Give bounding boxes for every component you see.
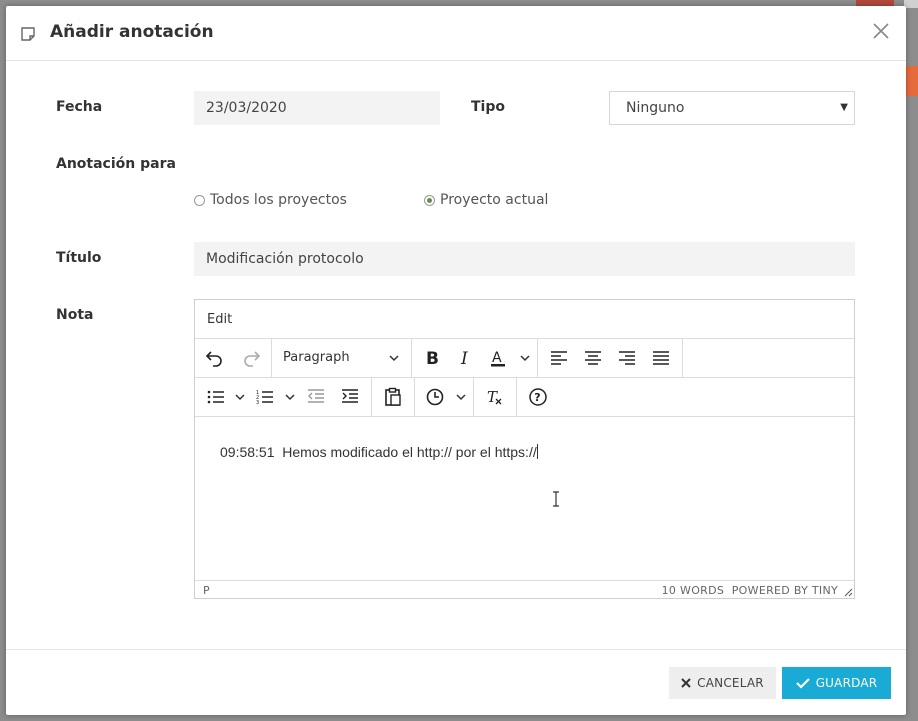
clear-formatting-icon[interactable]: T	[483, 386, 505, 408]
radio-all-projects[interactable]: Todos los proyectos	[194, 192, 347, 208]
editor-content-area[interactable]: 09:58:51 Hemos modificado el http:// por…	[195, 417, 854, 580]
editor-text: 09:58:51 Hemos modificado el http:// por…	[220, 444, 538, 460]
word-count-value: 10 WORDS	[661, 584, 725, 597]
element-path[interactable]: P	[203, 584, 210, 597]
dialog-footer: CANCELAR GUARDAR	[6, 649, 906, 715]
indent-icon[interactable]	[339, 386, 361, 408]
type-label: Tipo	[471, 99, 505, 115]
chevron-down-icon[interactable]	[519, 352, 531, 364]
type-select-value: Ninguno	[626, 100, 685, 116]
powered-by-link[interactable]: POWERED BY TINY	[732, 584, 838, 597]
svg-text:I: I	[460, 349, 468, 368]
title-input[interactable]: Modificación protocolo	[194, 242, 855, 276]
save-button-label: GUARDAR	[815, 676, 878, 690]
radio-current-project[interactable]: Proyecto actual	[424, 192, 548, 208]
add-annotation-dialog: Añadir anotación Fecha 23/03/2020 Tipo N…	[6, 6, 906, 715]
background-tab	[906, 66, 918, 96]
chevron-down-icon[interactable]	[455, 391, 467, 403]
radio-button-icon[interactable]	[194, 194, 205, 206]
editor-toolbar-row-1: Paragraph B I A	[195, 339, 854, 378]
radio-button-checked-icon[interactable]	[424, 194, 435, 206]
chevron-down-icon[interactable]	[234, 391, 246, 403]
numbered-list-icon[interactable]: 123	[254, 386, 276, 408]
date-label: Fecha	[56, 99, 103, 115]
annotation-for-label: Anotación para	[56, 156, 176, 172]
chevron-down-icon[interactable]	[388, 352, 400, 364]
cancel-button[interactable]: CANCELAR	[669, 667, 776, 699]
editor-paragraph: 09:58:51 Hemos modificado el http:// por…	[220, 444, 537, 460]
svg-text:B: B	[426, 349, 439, 368]
svg-text:A: A	[492, 350, 502, 366]
text-cursor-icon	[553, 491, 559, 507]
text-caret	[536, 444, 538, 459]
check-icon	[795, 678, 810, 689]
date-input[interactable]: 23/03/2020	[194, 91, 440, 125]
menu-edit[interactable]: Edit	[207, 312, 232, 327]
text-color-icon[interactable]: A	[487, 347, 509, 369]
bullet-list-icon[interactable]	[205, 386, 227, 408]
chevron-down-icon[interactable]	[284, 391, 296, 403]
close-icon[interactable]	[870, 20, 892, 42]
resize-handle-icon[interactable]	[844, 588, 853, 597]
editor-statusbar: P 10 WORDS POWERED BY TINY	[195, 580, 854, 598]
background-element	[904, 0, 918, 8]
outdent-icon[interactable]	[305, 386, 327, 408]
align-left-icon[interactable]	[548, 347, 570, 369]
word-count: 10 WORDS POWERED BY TINY	[662, 584, 838, 597]
title-label: Título	[56, 250, 102, 266]
dropdown-arrow-icon: ▼	[840, 102, 848, 113]
rich-text-editor: Edit Paragraph B I A 1 2 3 T ? 09:58:51 …	[194, 299, 855, 599]
cancel-button-label: CANCELAR	[697, 676, 764, 690]
note-icon	[20, 26, 36, 42]
redo-icon[interactable]	[240, 347, 262, 369]
align-right-icon[interactable]	[616, 347, 638, 369]
bold-icon[interactable]: B	[421, 347, 443, 369]
paste-icon[interactable]	[382, 386, 404, 408]
svg-text:?: ?	[534, 391, 540, 404]
block-format-dropdown[interactable]: Paragraph	[283, 350, 350, 365]
editor-toolbar-row-2: 123 T ?	[195, 378, 854, 417]
editor-menubar: Edit	[195, 300, 854, 339]
align-justify-icon[interactable]	[650, 347, 672, 369]
radio-current-project-label: Proyecto actual	[440, 192, 549, 208]
radio-all-projects-label: Todos los proyectos	[210, 192, 347, 208]
type-select[interactable]: Ninguno ▼	[609, 91, 855, 125]
close-icon	[681, 678, 691, 688]
undo-icon[interactable]	[204, 347, 226, 369]
align-center-icon[interactable]	[582, 347, 604, 369]
help-icon[interactable]: ?	[527, 386, 549, 408]
clock-icon[interactable]	[424, 386, 446, 408]
dialog-header: Añadir anotación	[6, 6, 906, 61]
svg-text:3: 3	[256, 400, 259, 406]
italic-icon[interactable]: I	[454, 347, 476, 369]
dialog-title: Añadir anotación	[50, 22, 214, 42]
save-button[interactable]: GUARDAR	[782, 667, 891, 699]
note-label: Nota	[56, 307, 94, 323]
